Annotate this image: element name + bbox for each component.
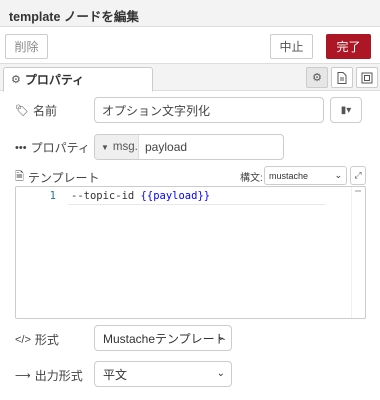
template-label-row: 🗎 テンプレート [15, 168, 100, 187]
minimap-line [355, 190, 361, 192]
done-button[interactable]: 完了 [326, 34, 371, 59]
settings-tab-icon[interactable]: ⚙ [306, 67, 328, 88]
caret-down-icon: ▼ [101, 142, 109, 152]
icon-picker-button[interactable]: ▮▾ [330, 97, 362, 123]
syntax-label: 構文: [240, 173, 263, 184]
editor-gutter: 1 [16, 187, 56, 318]
output-select[interactable]: 平文 ⌄ [94, 361, 232, 387]
current-line-highlight [68, 204, 326, 205]
format-value: Mustacheテンプレート [103, 331, 227, 346]
chevron-down-icon: ⌄ [334, 170, 342, 180]
gear-icon: ⚙ [312, 72, 322, 84]
property-input[interactable]: ▼ msg. payload [94, 134, 284, 160]
file-code-icon: 🗎 [15, 171, 24, 183]
format-label-row: </> 形式 [15, 331, 59, 348]
description-tab-icon[interactable] [331, 67, 353, 88]
property-value: payload [145, 140, 188, 154]
line-number: 1 [49, 190, 56, 202]
property-type-label: msg. [112, 141, 138, 153]
appearance-tab-icon[interactable] [356, 67, 378, 88]
chevron-down-icon: ⌄ [216, 332, 225, 343]
book-icon: ▮▾ [340, 104, 352, 116]
expand-icon: ⤢ [354, 170, 362, 180]
property-label-row: ••• プロパティ [15, 139, 90, 156]
output-label: 出力形式 [34, 369, 83, 383]
tab-properties-label: プロパティ [24, 73, 85, 87]
button-bar: 削除 中止 完了 [0, 27, 380, 64]
gear-icon: ⚙ [11, 74, 21, 86]
expand-editor-button[interactable]: ⤢ [350, 166, 366, 185]
output-label-row: ⟶ 出力形式 [15, 367, 83, 384]
syntax-value: mustache [269, 170, 309, 181]
editor-minimap[interactable] [351, 187, 365, 318]
name-label-row: 🏷 名前 [15, 102, 57, 119]
syntax-select[interactable]: mustache ⌄ [264, 166, 347, 185]
template-label: テンプレート [27, 171, 100, 185]
name-input[interactable]: オプション文字列化 [94, 97, 324, 123]
dialog-title: template ノードを編集 [9, 10, 139, 24]
tag-icon: 🏷 [15, 105, 29, 117]
cancel-button[interactable]: 中止 [270, 34, 313, 59]
chevron-down-icon: ⌄ [216, 368, 225, 379]
name-label: 名前 [32, 104, 57, 118]
format-label: 形式 [34, 333, 59, 347]
arrow-right-icon: ⟶ [15, 370, 31, 382]
document-icon [337, 71, 347, 84]
mustache-token: {{payload}} [140, 190, 211, 202]
property-type-select[interactable]: ▼ msg. [95, 135, 139, 159]
tab-properties[interactable]: ⚙ プロパティ [3, 67, 153, 92]
output-value: 平文 [103, 367, 128, 382]
ellipsis-icon: ••• [15, 141, 27, 154]
delete-button[interactable]: 削除 [5, 34, 48, 59]
code-icon: </> [15, 333, 31, 346]
code-text: --topic-id [71, 190, 141, 202]
code-line[interactable]: --topic-id {{payload}} [71, 190, 210, 202]
property-label: プロパティ [30, 141, 90, 155]
layout-icon [361, 72, 373, 83]
tab-bar: ⚙ プロパティ ⚙ [0, 64, 380, 92]
template-editor[interactable]: 1 --topic-id {{payload}} [15, 186, 366, 319]
dialog-titlebar: template ノードを編集 [0, 0, 380, 27]
format-select[interactable]: Mustacheテンプレート ⌄ [94, 325, 232, 351]
